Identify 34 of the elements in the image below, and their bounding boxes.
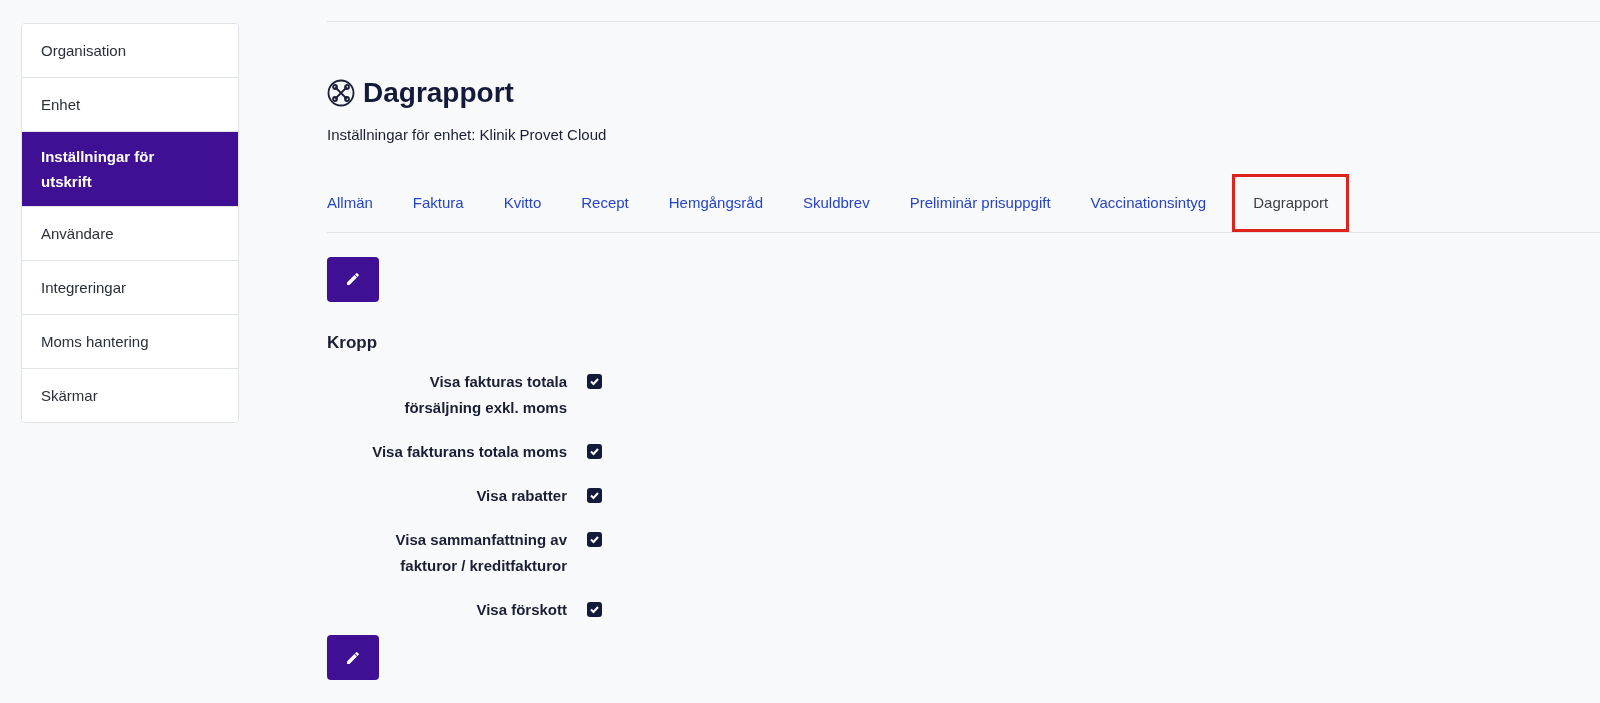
tab[interactable]: Hemgångsråd	[648, 174, 783, 232]
option-label: Visa sammanfattning av fakturor / kreditfakturor	[394, 530, 567, 576]
option-label: Visa förskott	[475, 600, 567, 620]
tab[interactable]: Allmän	[327, 174, 393, 232]
checkmark-icon	[589, 490, 600, 501]
pencil-icon	[345, 649, 361, 666]
tab[interactable]: Recept	[561, 174, 649, 232]
pencil-icon	[345, 271, 361, 287]
checkmark-icon	[589, 604, 600, 615]
tab[interactable]: Kvitto	[483, 174, 562, 232]
option-label: Visa fakturans totala moms	[371, 442, 567, 462]
tab[interactable]: Faktura	[392, 174, 484, 232]
checkbox[interactable]	[587, 488, 602, 503]
sidebar-item[interactable]: Inställningar för utskrift	[22, 131, 238, 206]
checkmark-icon	[589, 534, 600, 545]
checkmark-icon	[589, 376, 600, 387]
option-label: Visa fakturas totala försäljning exkl. moms	[403, 372, 567, 418]
checkbox[interactable]	[587, 532, 602, 547]
option-label: Visa rabatter	[475, 486, 567, 506]
checkbox[interactable]	[587, 444, 602, 459]
checkmark-icon	[589, 446, 600, 457]
section-heading: Kropp	[327, 331, 379, 354]
tab[interactable]: Vaccinationsintyg	[1070, 174, 1227, 232]
sidebar-item[interactable]: Skärmar	[22, 368, 238, 422]
edit-button[interactable]	[327, 256, 379, 302]
crossed-wrenches-icon	[327, 79, 355, 107]
tab[interactable]: Dagrapport	[1232, 174, 1350, 232]
edit-button[interactable]	[327, 635, 379, 680]
checkbox[interactable]	[587, 602, 602, 617]
tab[interactable]: Preliminär prisuppgift	[889, 174, 1071, 232]
page-title: Dagrapport	[363, 76, 514, 110]
page-subtitle: Inställningar för enhet: Klinik Provet Cloud	[327, 125, 608, 145]
checkbox[interactable]	[587, 374, 602, 389]
tab[interactable]: Skuldbrev	[783, 174, 890, 232]
